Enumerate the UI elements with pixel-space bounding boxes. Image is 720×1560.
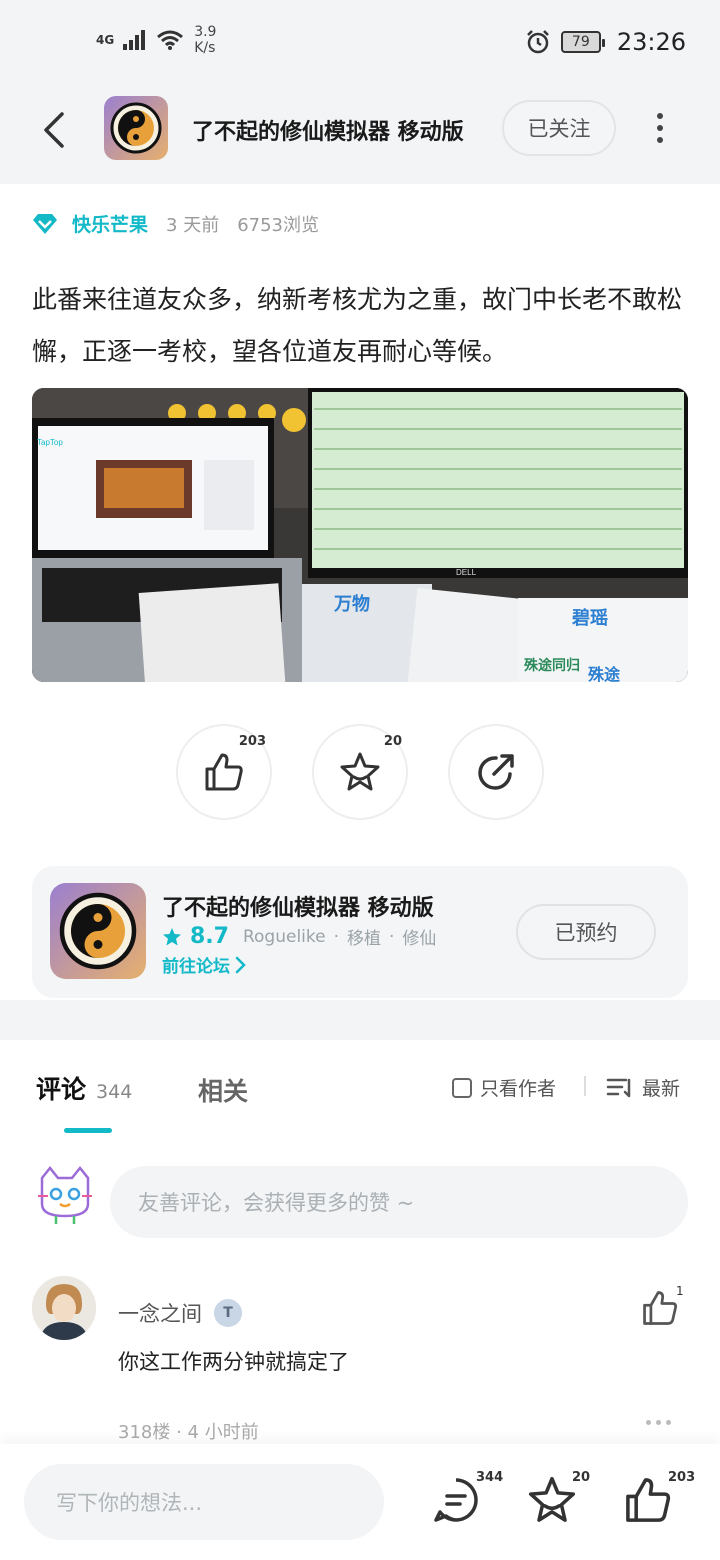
author-name[interactable]: 快乐芒果 [72, 210, 148, 237]
favorite-button[interactable]: 20 [312, 724, 408, 820]
game-tag: Roguelike [242, 926, 326, 947]
author-only-filter[interactable]: 只看作者 [452, 1074, 556, 1101]
sort-button[interactable]: 最新 [606, 1074, 680, 1101]
section-divider [0, 1000, 720, 1040]
bottom-thumbs-up-icon[interactable] [622, 1474, 674, 1526]
alarm-icon [526, 30, 549, 54]
commenter-name[interactable]: 一念之间 [118, 1298, 202, 1328]
signal-icon [123, 30, 146, 50]
comment-text: 你这工作两分钟就搞定了 [118, 1350, 349, 1374]
share-button[interactable] [448, 724, 544, 820]
comment-bubble-icon[interactable] [430, 1474, 482, 1526]
back-button[interactable] [34, 108, 74, 152]
avatar-portrait [32, 1276, 96, 1340]
level-badge-icon: T [214, 1299, 242, 1327]
tab-comments[interactable]: 评论 344 [36, 1070, 132, 1106]
comment-input[interactable]: 友善评论，会获得更多的赞 ~ [110, 1166, 688, 1238]
monitor-brand-text: DELL [456, 568, 477, 577]
forum-link[interactable]: 前往论坛 [162, 952, 246, 977]
photo-laptop-monitor: TapTop DELL 万物 碧瑶 殊途同归 殊途 [32, 388, 688, 682]
reserved-button[interactable]: 已预约 [516, 904, 656, 960]
reply-input[interactable]: 写下你的想法... [24, 1464, 384, 1540]
game-rating: 8.7 [190, 924, 229, 949]
paper-3-text: 殊途同归 [524, 657, 580, 674]
commenter-avatar[interactable] [32, 1276, 96, 1340]
commenter-name-row: 一念之间 T [118, 1298, 242, 1328]
post-author-row: 快乐芒果 3 天前 6753浏览 [32, 210, 319, 237]
favorite-count: 20 [383, 734, 402, 749]
game-title: 了不起的修仙模拟器 移动版 [162, 896, 434, 921]
bottom-favorite-count: 20 [572, 1470, 591, 1485]
post-image[interactable]: TapTop DELL 万物 碧瑶 殊途同归 殊途 [32, 388, 688, 682]
sort-icon [606, 1078, 631, 1097]
header-title[interactable]: 了不起的修仙模拟器 移动版 [192, 114, 472, 146]
status-left: 4G 3.9 K/s [96, 24, 216, 56]
chevron-left-icon [44, 112, 64, 148]
comments-section: 评论 344 相关 只看作者 最新 友善评论，会获得更多的赞 ~ 一念之间 T [0, 1040, 720, 1444]
checkbox-icon [452, 1077, 472, 1098]
bottom-like-count: 203 [668, 1470, 696, 1485]
post-views: 6753浏览 [237, 214, 320, 236]
thumbs-up-icon [205, 753, 243, 791]
battery-icon: 79 [560, 31, 605, 53]
paper-2-text: 碧瑶 [571, 607, 608, 629]
rating-star-icon [163, 927, 181, 945]
comment-like-icon[interactable] [640, 1288, 680, 1328]
like-button[interactable]: 203 [176, 724, 272, 820]
game-meta: 8.7 Roguelike · 移植 · 修仙 [162, 924, 436, 949]
game-card-icon[interactable] [50, 883, 146, 979]
bottom-comment-count: 344 [476, 1470, 504, 1485]
wifi-icon [157, 30, 184, 50]
laptop-brand-text: TapTop [37, 438, 63, 447]
status-bar: 4G 3.9 K/s 79 23:26 [0, 0, 720, 88]
more-options-icon[interactable] [640, 108, 680, 148]
follow-button[interactable]: 已关注 [502, 100, 616, 156]
network-type: 4G [96, 33, 115, 47]
comment-count: 344 [96, 1081, 133, 1103]
clock: 23:26 [616, 28, 686, 56]
paper-1-text: 万物 [333, 593, 370, 615]
tab-related[interactable]: 相关 [198, 1072, 248, 1108]
paper-4-text: 殊途 [588, 665, 621, 682]
app-icon[interactable] [104, 96, 168, 160]
chevron-right-icon [235, 956, 246, 973]
post-time: 3 天前 [166, 214, 220, 236]
user-avatar-cat-icon[interactable] [34, 1164, 96, 1226]
star-icon [340, 752, 380, 791]
tab-active-indicator [64, 1128, 112, 1133]
post-content: 快乐芒果 3 天前 6753浏览 此番来往道友众多，纳新考核尤为之重，故门中长老… [0, 184, 720, 1040]
tag-separator: · [333, 926, 340, 947]
filter-divider [584, 1076, 586, 1096]
top-header: 了不起的修仙模拟器 移动版 已关注 [0, 88, 720, 184]
post-action-row: 203 20 [176, 724, 544, 820]
bottom-star-icon[interactable] [526, 1474, 578, 1526]
diamond-badge-icon [33, 213, 57, 234]
game-card[interactable]: 了不起的修仙模拟器 移动版 8.7 Roguelike · 移植 · 修仙 前往… [32, 866, 688, 998]
like-count: 203 [238, 734, 266, 749]
share-icon [478, 754, 514, 790]
yin-yang-logo-icon [110, 102, 162, 154]
comment-like-count: 1 [676, 1284, 684, 1298]
network-speed: 3.9 K/s [194, 24, 217, 56]
status-right: 79 23:26 [525, 28, 686, 56]
game-tag: 移植 [347, 929, 382, 949]
post-text: 此番来往道友众多，纳新考核尤为之重，故门中长老不敢松懈，正逐一考校，望各位道友再… [32, 285, 683, 366]
comment-more-icon[interactable] [646, 1420, 671, 1425]
tag-separator: · [389, 926, 395, 947]
yin-yang-logo-icon [59, 892, 137, 970]
game-tag: 修仙 [402, 929, 437, 949]
bottom-bar: 写下你的想法... 344 20 203 [0, 1444, 720, 1560]
comment-meta: 318楼 · 4 小时前 [118, 1422, 259, 1443]
